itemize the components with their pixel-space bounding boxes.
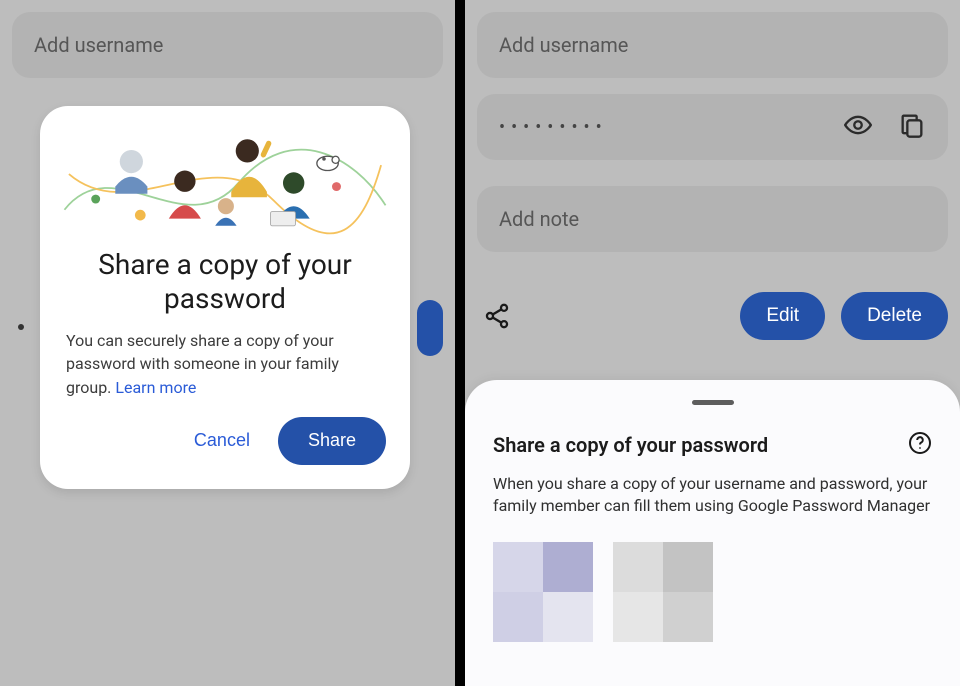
family-illustration	[60, 124, 390, 242]
dialog-body: You can securely share a copy of your pa…	[66, 329, 384, 399]
dialog-actions: Cancel Share	[64, 417, 386, 465]
family-member-avatars	[493, 542, 932, 642]
dialog-title: Share a copy of your password	[70, 248, 380, 315]
share-button[interactable]: Share	[278, 417, 386, 465]
pane-divider	[455, 0, 465, 686]
reveal-password-icon[interactable]	[844, 111, 872, 144]
note-field[interactable]: Add note	[477, 186, 948, 252]
sheet-title: Share a copy of your password	[493, 433, 768, 457]
actions-row: Edit Delete	[477, 292, 948, 340]
username-field[interactable]: Add username	[477, 12, 948, 78]
family-member-1[interactable]	[493, 542, 593, 642]
username-placeholder: Add username	[499, 33, 628, 57]
left-screenshot: Add username	[0, 0, 455, 686]
help-icon[interactable]	[908, 431, 932, 459]
delete-button[interactable]: Delete	[841, 292, 948, 340]
sheet-body: When you share a copy of your username a…	[493, 473, 932, 518]
family-member-2[interactable]	[613, 542, 713, 642]
edit-button[interactable]: Edit	[740, 292, 825, 340]
dialog-body-text: You can securely share a copy of your pa…	[66, 331, 339, 396]
cancel-button[interactable]: Cancel	[188, 422, 256, 459]
share-password-dialog: Share a copy of your password You can se…	[40, 106, 410, 489]
note-placeholder: Add note	[499, 207, 579, 231]
share-bottom-sheet: Share a copy of your password When you s…	[465, 380, 960, 686]
password-masked-value: •••••••••	[499, 117, 608, 138]
learn-more-link[interactable]: Learn more	[115, 378, 196, 397]
share-icon[interactable]	[477, 296, 517, 336]
password-field[interactable]: •••••••••	[477, 94, 948, 160]
right-screenshot: Add username ••••••••• Add note Edit Del…	[465, 0, 960, 686]
sheet-drag-handle[interactable]	[692, 400, 734, 405]
copy-password-icon[interactable]	[898, 111, 926, 144]
